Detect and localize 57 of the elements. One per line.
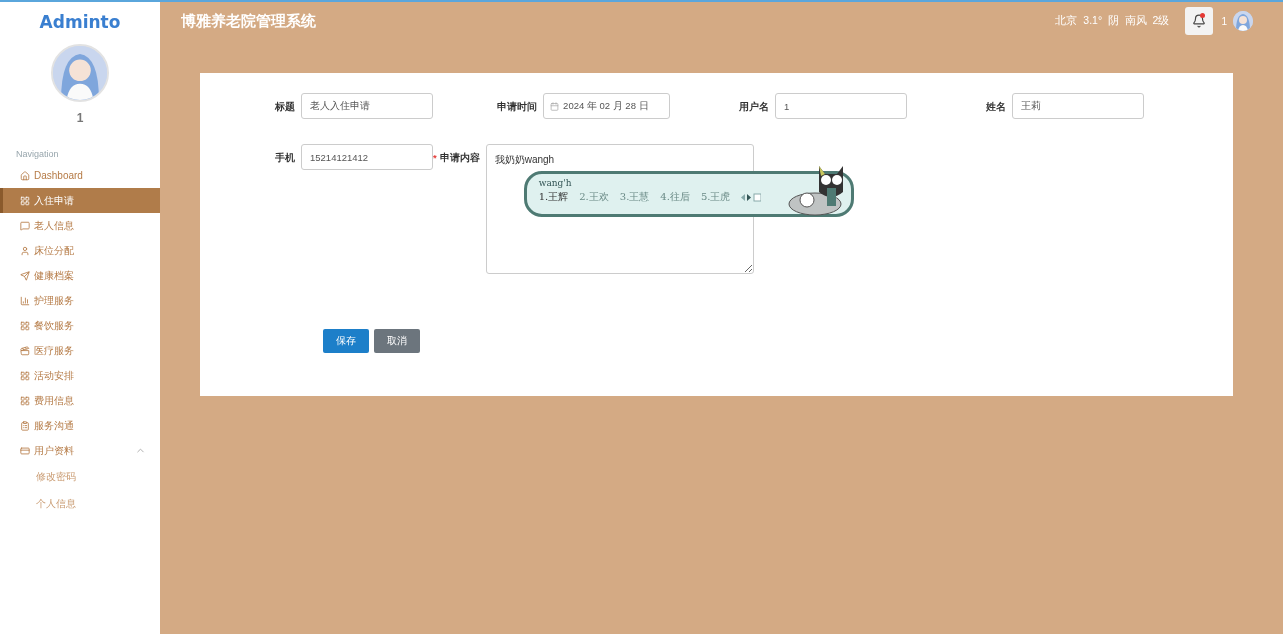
submenu-item[interactable]: 修改密码 bbox=[0, 463, 160, 490]
sidebar-item[interactable]: 费用信息 bbox=[0, 388, 160, 413]
field-label: 申请时间 bbox=[496, 100, 538, 114]
sidebar-item[interactable]: 护理服务 bbox=[0, 288, 160, 313]
menu-icon bbox=[20, 420, 30, 431]
sidebar-item[interactable]: 床位分配 bbox=[0, 238, 160, 263]
sidebar-item[interactable]: 健康档案 bbox=[0, 263, 160, 288]
bell-icon bbox=[1192, 14, 1207, 28]
input-field[interactable]: 1 bbox=[775, 93, 907, 119]
sidebar-item[interactable]: 用户资料 bbox=[0, 438, 160, 463]
menu-icon bbox=[20, 345, 30, 356]
field-label: 手机 bbox=[274, 151, 295, 165]
date-field[interactable]: 2024 年 02 月 28 日 bbox=[543, 93, 670, 119]
sidebar-item[interactable]: 服务沟通 bbox=[0, 413, 160, 438]
menu-icon bbox=[20, 270, 30, 281]
ime-candidate[interactable]: 1.王辉 bbox=[538, 190, 569, 204]
menu-icon bbox=[20, 245, 30, 256]
page-arrows-icon[interactable] bbox=[741, 192, 762, 202]
field-label: 姓名 bbox=[985, 100, 1006, 114]
ime-candidate[interactable]: 5.王虎 bbox=[700, 190, 731, 204]
ime-composition: wang'h bbox=[538, 178, 573, 188]
menu-icon bbox=[20, 220, 30, 231]
user-name: 1 bbox=[75, 111, 85, 125]
sidebar-item[interactable]: 老人信息 bbox=[0, 213, 160, 238]
field-label: * 申请内容 bbox=[433, 151, 480, 165]
app-title: 博雅养老院管理系统 bbox=[181, 11, 317, 31]
menu-icon bbox=[20, 370, 30, 381]
logo: Adminto bbox=[38, 12, 122, 32]
sidebar-item[interactable]: Dashboard bbox=[0, 163, 160, 188]
notification-button[interactable] bbox=[1185, 7, 1214, 35]
sidebar-item[interactable]: 医疗服务 bbox=[0, 338, 160, 363]
ime-candidate[interactable]: 2.王欢 bbox=[579, 190, 609, 204]
input-field[interactable]: 王莉 bbox=[1012, 93, 1144, 119]
menu-icon bbox=[20, 170, 30, 181]
weather-text: 北京 3.1° 阴 南风 2级 bbox=[1055, 14, 1170, 28]
field-label: 标题 bbox=[274, 100, 295, 114]
save-button[interactable]: 保存 bbox=[323, 329, 369, 353]
ime-candidate[interactable]: 4.往后 bbox=[660, 190, 690, 204]
input-field[interactable]: 15214121412 bbox=[301, 144, 433, 170]
section-title: Navigation bbox=[16, 149, 60, 159]
avatar bbox=[1233, 11, 1253, 31]
calendar-icon bbox=[550, 101, 560, 111]
submenu-item[interactable]: 个人信息 bbox=[0, 490, 160, 517]
sidebar-item[interactable]: 餐饮服务 bbox=[0, 313, 160, 338]
ime-candidate[interactable]: 3.王慧 bbox=[619, 190, 650, 204]
cancel-button[interactable]: 取消 bbox=[374, 329, 420, 353]
menu-icon bbox=[20, 395, 30, 406]
menu-icon bbox=[20, 195, 30, 206]
avatar bbox=[53, 46, 107, 100]
sidebar-item[interactable]: 入住申请 bbox=[0, 188, 160, 213]
input-field[interactable]: 老人入住申请 bbox=[301, 93, 433, 119]
sidebar-item[interactable]: 活动安排 bbox=[0, 363, 160, 388]
menu-icon bbox=[20, 320, 30, 331]
field-label: 用户名 bbox=[738, 100, 769, 114]
header-user-name: 1 bbox=[1221, 15, 1227, 27]
menu-icon bbox=[20, 445, 30, 456]
menu-icon bbox=[20, 295, 30, 306]
